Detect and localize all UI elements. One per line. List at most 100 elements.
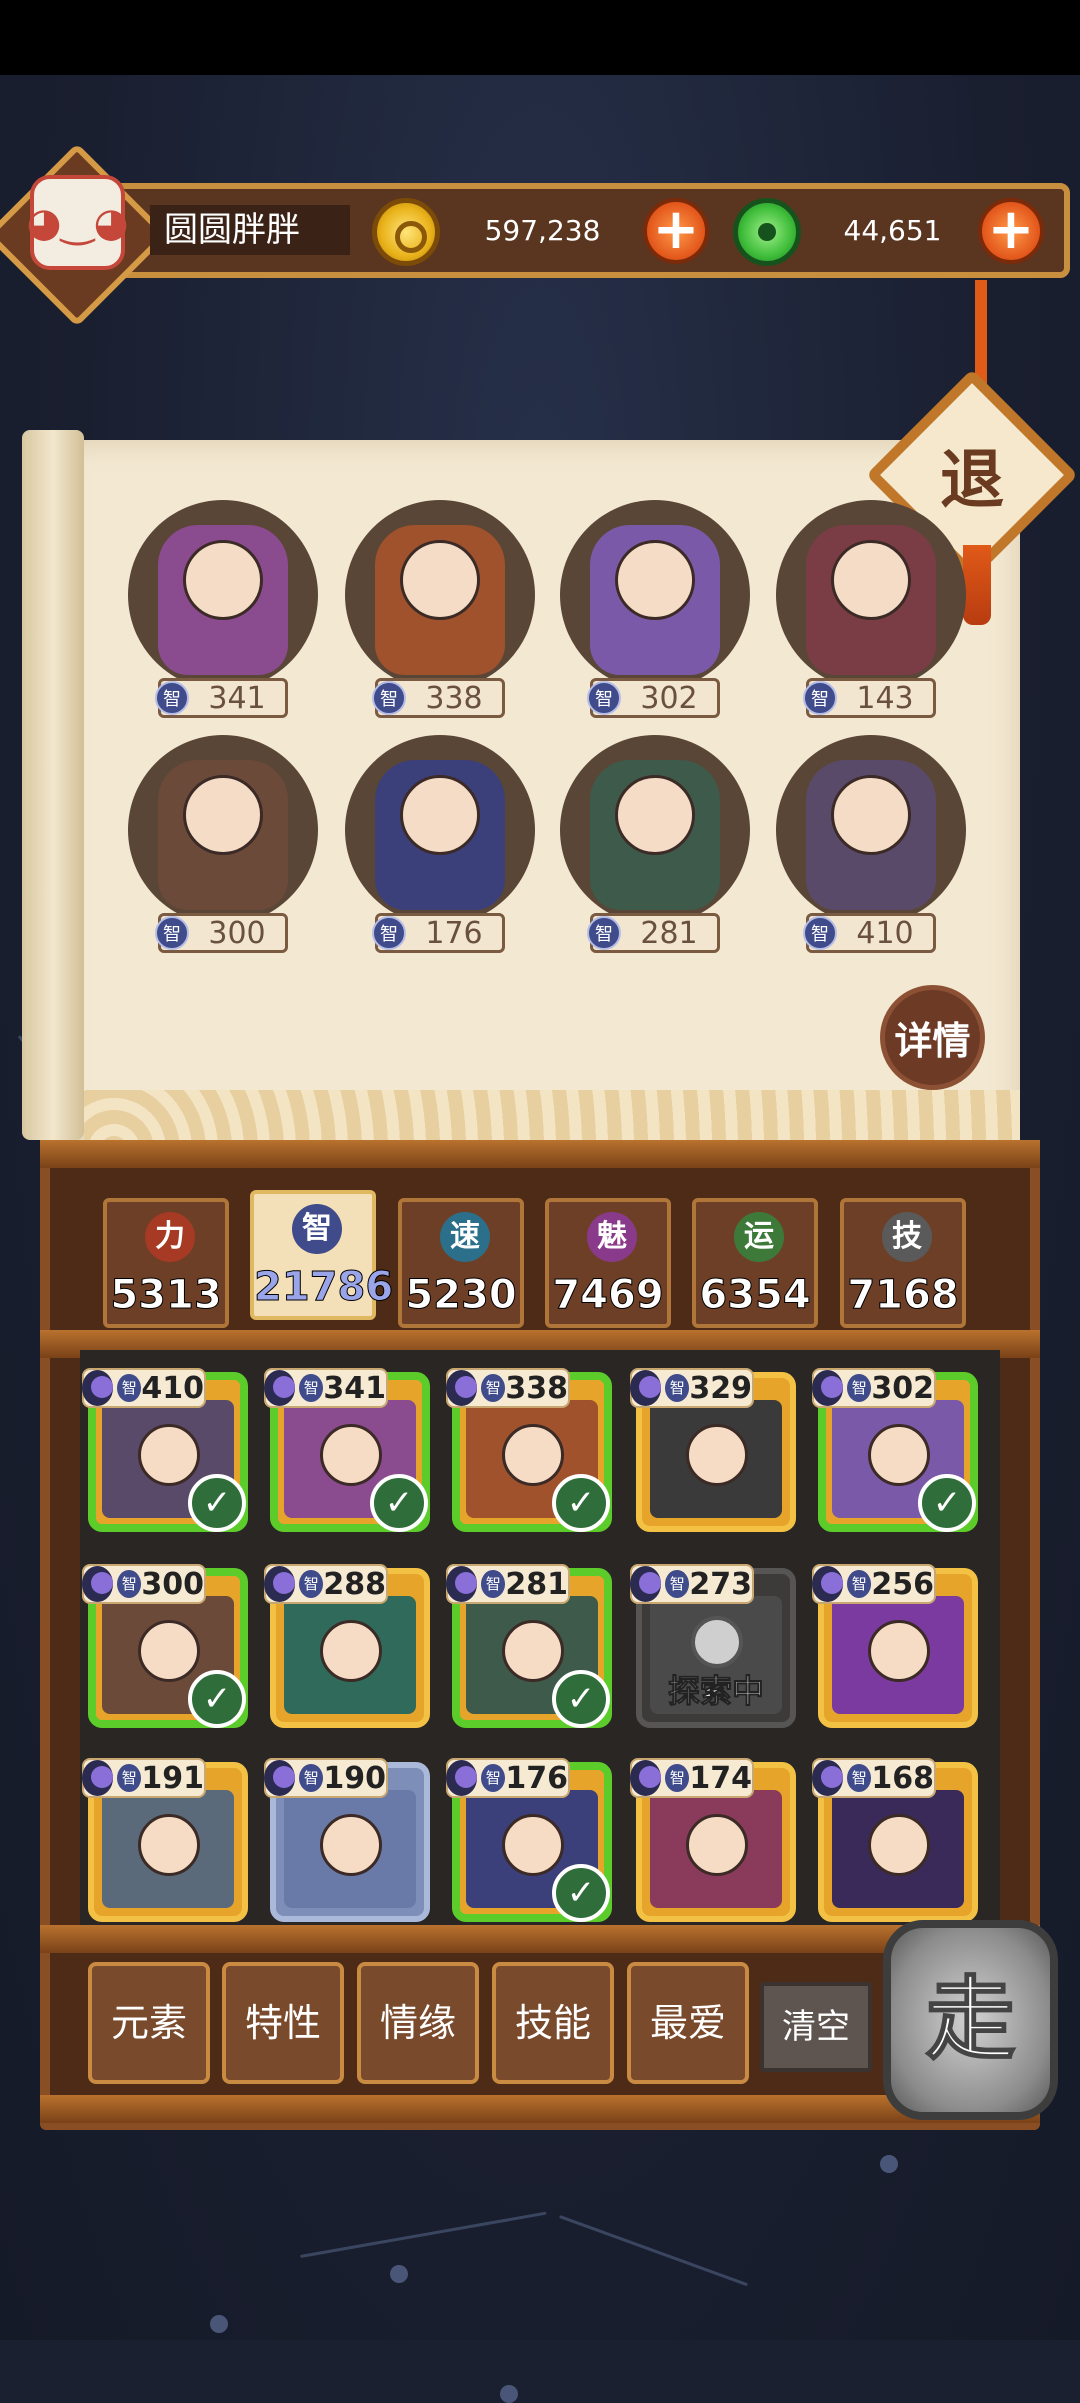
character-face bbox=[320, 1424, 382, 1486]
moon-element-icon bbox=[264, 1760, 296, 1796]
character-face bbox=[320, 1814, 382, 1876]
details-button[interactable]: 详情 bbox=[880, 985, 985, 1090]
moon-element-icon bbox=[446, 1760, 478, 1796]
stat-badge: 智 338 bbox=[446, 1368, 570, 1408]
stat-value: 300 bbox=[141, 1566, 204, 1602]
intelligence-icon: 智 bbox=[117, 1570, 142, 1598]
intelligence-icon: 智 bbox=[847, 1764, 872, 1792]
add-jade-button[interactable]: + bbox=[978, 198, 1044, 264]
stat-badge: 智 176 bbox=[372, 913, 505, 953]
selected-check-icon: ✓ bbox=[188, 1474, 246, 1532]
character-card[interactable]: 智 174 bbox=[630, 1758, 796, 1922]
gold-coin-icon bbox=[372, 198, 440, 266]
gold-amount: 597,238 bbox=[484, 214, 601, 247]
stat-value: 176 bbox=[425, 915, 483, 951]
intelligence-icon: 智 bbox=[155, 916, 189, 950]
attribute-icon: 运 bbox=[734, 1212, 784, 1262]
moon-element-icon bbox=[446, 1566, 478, 1602]
constellation-star bbox=[210, 2315, 228, 2333]
team-slot[interactable]: 智 300 bbox=[128, 735, 318, 953]
go-lantern-button[interactable]: 走 bbox=[883, 1920, 1058, 2120]
intelligence-icon: 智 bbox=[665, 1374, 690, 1402]
character-face bbox=[686, 1814, 748, 1876]
attribute-total: 21786 bbox=[254, 1264, 394, 1311]
filter-button[interactable]: 最爱 bbox=[627, 1962, 749, 2084]
moon-element-icon bbox=[82, 1370, 114, 1406]
character-card[interactable]: 智 256 bbox=[812, 1564, 978, 1728]
character-card[interactable]: 智 168 bbox=[812, 1758, 978, 1922]
attribute-icon: 智 bbox=[292, 1204, 342, 1254]
character-card[interactable]: 智 288 bbox=[264, 1564, 430, 1728]
stat-badge: 智 300 bbox=[155, 913, 288, 953]
character-card[interactable]: 探索中 智 273 bbox=[630, 1564, 796, 1728]
filter-button[interactable]: 情缘 bbox=[357, 1962, 479, 2084]
stat-badge: 智 302 bbox=[587, 678, 720, 718]
jade-icon bbox=[733, 198, 801, 266]
stat-badge: 智 341 bbox=[264, 1368, 388, 1408]
attribute-tab[interactable]: 力 5313 bbox=[103, 1198, 229, 1328]
selected-check-icon: ✓ bbox=[552, 1474, 610, 1532]
attribute-icon: 速 bbox=[440, 1212, 490, 1262]
stat-value: 338 bbox=[425, 680, 483, 716]
character-face bbox=[831, 540, 911, 620]
team-slot[interactable]: 智 143 bbox=[776, 500, 966, 718]
character-card[interactable]: 智 190 bbox=[264, 1758, 430, 1922]
intelligence-icon: 智 bbox=[481, 1570, 506, 1598]
moon-element-icon bbox=[82, 1566, 114, 1602]
player-name: 圆圆胖胖 bbox=[150, 205, 350, 255]
team-slot[interactable]: 智 410 bbox=[776, 735, 966, 953]
attribute-tab[interactable]: 速 5230 bbox=[398, 1198, 524, 1328]
character-card[interactable]: 智 300 ✓ bbox=[82, 1564, 248, 1728]
constellation-line bbox=[300, 2211, 547, 2258]
character-card[interactable]: 智 329 bbox=[630, 1368, 796, 1532]
team-slot[interactable]: 智 338 bbox=[345, 500, 535, 718]
character-face bbox=[138, 1814, 200, 1876]
filter-button[interactable]: 元素 bbox=[88, 1962, 210, 2084]
character-card[interactable]: 智 191 bbox=[82, 1758, 248, 1922]
stat-badge: 智 410 bbox=[82, 1368, 206, 1408]
attribute-tab[interactable]: 运 6354 bbox=[692, 1198, 818, 1328]
stat-value: 329 bbox=[689, 1370, 752, 1406]
attribute-total: 5313 bbox=[110, 1272, 222, 1319]
team-slot[interactable]: 智 281 bbox=[560, 735, 750, 953]
stat-value: 300 bbox=[208, 915, 266, 951]
character-card[interactable]: 智 341 ✓ bbox=[264, 1368, 430, 1532]
stat-badge: 智 288 bbox=[264, 1564, 388, 1604]
fox-mask-avatar-icon[interactable]: ◕‿◕ bbox=[27, 175, 128, 270]
team-slot[interactable]: 智 176 bbox=[345, 735, 535, 953]
character-card[interactable]: 智 176 ✓ bbox=[446, 1758, 612, 1922]
character-face bbox=[183, 775, 263, 855]
selected-check-icon: ✓ bbox=[188, 1670, 246, 1728]
team-slot[interactable]: 智 302 bbox=[560, 500, 750, 718]
filter-button[interactable]: 特性 bbox=[222, 1962, 344, 2084]
clear-button[interactable]: 清空 bbox=[760, 1982, 872, 2072]
stat-badge: 智 143 bbox=[803, 678, 936, 718]
intelligence-icon: 智 bbox=[847, 1374, 872, 1402]
attribute-total: 5230 bbox=[405, 1272, 517, 1319]
moon-element-icon bbox=[264, 1370, 296, 1406]
exploring-status: 探索中 bbox=[667, 1672, 764, 1711]
character-card[interactable]: 智 281 ✓ bbox=[446, 1564, 612, 1728]
character-face bbox=[831, 775, 911, 855]
attribute-icon: 技 bbox=[882, 1212, 932, 1262]
stat-badge: 智 302 bbox=[812, 1368, 936, 1408]
add-gold-button[interactable]: + bbox=[643, 198, 709, 264]
cabinet-top-shelf bbox=[40, 1140, 1040, 1168]
scroll-pattern bbox=[84, 1090, 1020, 1140]
character-card[interactable]: 智 302 ✓ bbox=[812, 1368, 978, 1532]
stat-badge: 智 168 bbox=[812, 1758, 936, 1798]
stat-value: 190 bbox=[323, 1760, 386, 1796]
team-slot[interactable]: 智 341 bbox=[128, 500, 318, 718]
character-card[interactable]: 智 338 ✓ bbox=[446, 1368, 612, 1532]
attribute-tab[interactable]: 魅 7469 bbox=[545, 1198, 671, 1328]
moon-element-icon bbox=[812, 1566, 844, 1602]
character-face bbox=[502, 1814, 564, 1876]
stat-badge: 智 190 bbox=[264, 1758, 388, 1798]
filter-button[interactable]: 技能 bbox=[492, 1962, 614, 2084]
character-card[interactable]: 智 410 ✓ bbox=[82, 1368, 248, 1532]
stat-value: 410 bbox=[856, 915, 914, 951]
character-face bbox=[868, 1620, 930, 1682]
attribute-tab[interactable]: 智 21786 bbox=[250, 1190, 394, 1320]
stat-value: 410 bbox=[141, 1370, 204, 1406]
attribute-tab[interactable]: 技 7168 bbox=[840, 1198, 966, 1328]
